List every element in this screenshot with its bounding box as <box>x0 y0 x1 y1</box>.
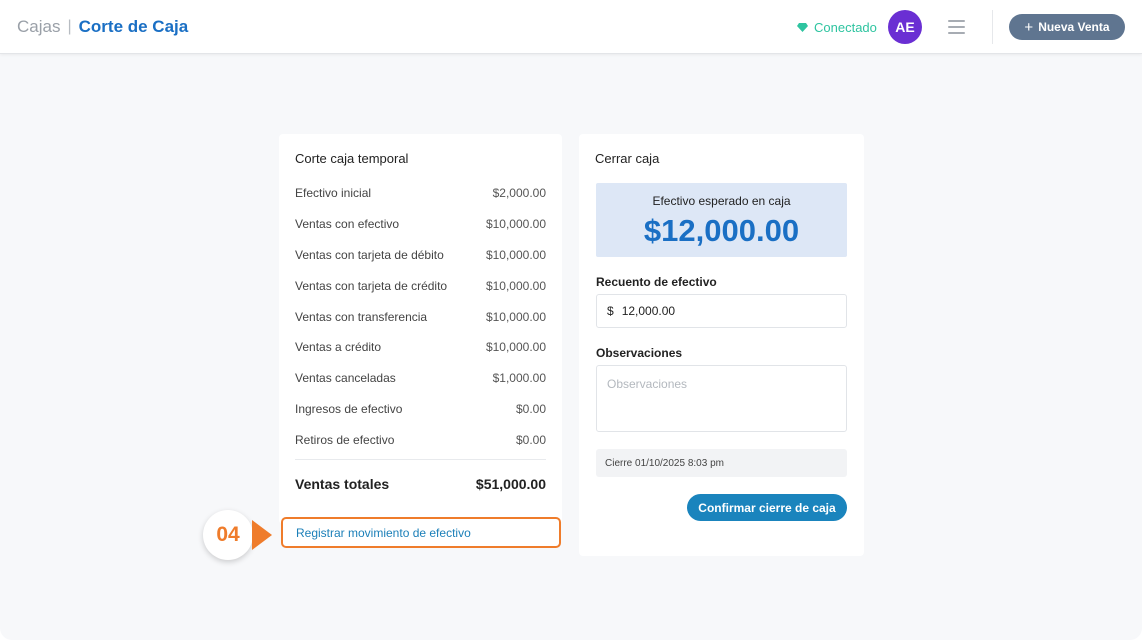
summary-row: Ingresos de efectivo $0.00 <box>295 394 546 425</box>
summary-row-value: $10,000.00 <box>485 217 546 232</box>
total-label: Ventas totales <box>295 476 390 492</box>
summary-row-label: Ventas con transferencia <box>295 309 428 324</box>
summary-title: Corte caja temporal <box>295 151 409 166</box>
observations-placeholder: Observaciones <box>607 377 688 391</box>
summary-total: Ventas totales $51,000.00 <box>295 476 546 492</box>
observations-textarea[interactable]: Observaciones <box>596 365 847 432</box>
header-divider <box>992 10 993 44</box>
expected-cash-panel: Efectivo esperado en caja $12,000.00 <box>596 183 847 257</box>
close-register-card: Cerrar caja Efectivo esperado en caja $1… <box>579 134 864 556</box>
summary-row: Ventas con efectivo $10,000.00 <box>295 209 546 240</box>
summary-divider <box>295 459 546 460</box>
summary-row-label: Efectivo inicial <box>295 186 372 201</box>
summary-row-value: $10,000.00 <box>485 247 546 262</box>
cash-count-input[interactable]: $ 12,000.00 <box>596 294 847 328</box>
avatar-initials: AE <box>895 19 915 35</box>
page-title: Corte de Caja <box>78 17 189 36</box>
total-value: $51,000.00 <box>475 476 546 492</box>
summary-row-value: $0.00 <box>515 401 546 416</box>
new-sale-button[interactable]: + Nueva Venta <box>1009 14 1125 40</box>
summary-row: Ventas con tarjeta de débito $10,000.00 <box>295 240 546 271</box>
currency-symbol: $ <box>607 304 614 318</box>
step-pointer-arrow-icon <box>252 520 272 550</box>
summary-row-value: $2,000.00 <box>492 186 546 201</box>
avatar[interactable]: AE <box>888 10 922 44</box>
summary-rows: Efectivo inicial $2,000.00 Ventas con ef… <box>295 178 546 455</box>
summary-row: Ventas canceladas $1,000.00 <box>295 363 546 394</box>
summary-row-value: $10,000.00 <box>485 340 546 355</box>
summary-row-label: Retiros de efectivo <box>295 432 395 447</box>
step-number-badge: 04 <box>203 510 253 560</box>
summary-row-label: Ventas a crédito <box>295 340 382 355</box>
summary-row-label: Ingresos de efectivo <box>295 401 403 416</box>
app-frame: Cajas | Corte de Caja Conectado AE + Nue… <box>0 0 1142 640</box>
summary-row-value: $10,000.00 <box>485 309 546 324</box>
summary-row-value: $1,000.00 <box>492 371 546 386</box>
summary-row-label: Ventas con tarjeta de débito <box>295 247 444 262</box>
expected-cash-amount: $12,000.00 <box>643 213 800 248</box>
observations-label: Observaciones <box>596 346 683 360</box>
summary-row: Ventas con tarjeta de crédito $10,000.00 <box>295 270 546 301</box>
top-bar: Cajas | Corte de Caja Conectado AE + Nue… <box>0 0 1142 54</box>
summary-row-label: Ventas canceladas <box>295 371 396 386</box>
close-register-title: Cerrar caja <box>595 151 660 166</box>
hamburger-menu-icon[interactable] <box>948 20 965 34</box>
breadcrumb: Cajas | Corte de Caja <box>17 17 188 37</box>
cash-count-label: Recuento de efectivo <box>596 275 717 289</box>
breadcrumb-separator: | <box>67 18 72 35</box>
cash-count-value: 12,000.00 <box>621 304 676 318</box>
summary-row: Ventas a crédito $10,000.00 <box>295 332 546 363</box>
breadcrumb-root[interactable]: Cajas <box>17 17 60 37</box>
connection-status: Conectado <box>797 20 877 35</box>
summary-row-label: Ventas con efectivo <box>295 217 400 232</box>
confirm-close-button[interactable]: Confirmar cierre de caja <box>687 494 847 521</box>
expected-cash-label: Efectivo esperado en caja <box>652 194 791 208</box>
summary-card: Corte caja temporal Efectivo inicial $2,… <box>279 134 562 524</box>
new-sale-label: Nueva Venta <box>1038 20 1110 34</box>
register-cash-movement-link[interactable]: Registrar movimiento de efectivo <box>281 517 561 548</box>
summary-row-label: Ventas con tarjeta de crédito <box>295 278 448 293</box>
summary-row: Retiros de efectivo $0.00 <box>295 424 546 455</box>
diamond-gem-icon <box>797 23 808 32</box>
connection-status-label: Conectado <box>814 20 877 35</box>
summary-row: Efectivo inicial $2,000.00 <box>295 178 546 209</box>
summary-row-value: $10,000.00 <box>485 278 546 293</box>
summary-row-value: $0.00 <box>515 432 546 447</box>
closing-timestamp: Cierre 01/10/2025 8:03 pm <box>596 449 847 477</box>
summary-row: Ventas con transferencia $10,000.00 <box>295 301 546 332</box>
plus-icon: + <box>1024 18 1034 36</box>
